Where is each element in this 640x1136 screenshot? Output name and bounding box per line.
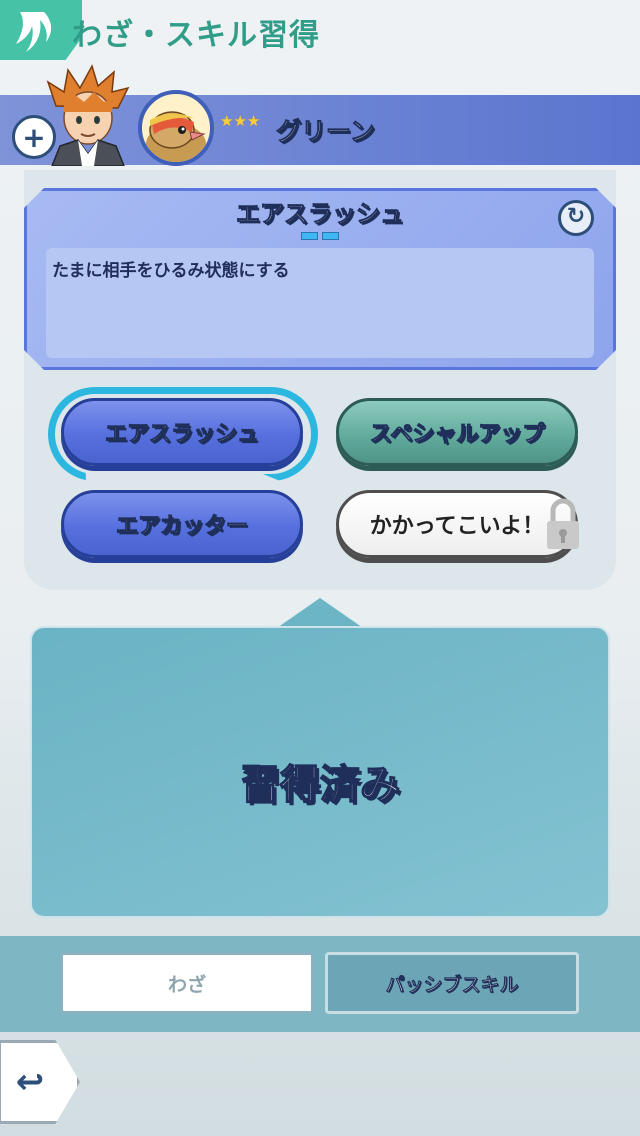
back-button[interactable]: ↩ bbox=[0, 1040, 80, 1124]
move-button-air-slash[interactable]: エアスラッシュ bbox=[61, 398, 303, 466]
pidgeot-icon bbox=[146, 111, 206, 162]
back-icon: ↩ bbox=[15, 1062, 45, 1102]
move-gauge-segment bbox=[322, 232, 339, 240]
rarity-stars: ★★★ bbox=[220, 112, 261, 130]
move-label: エアスラッシュ bbox=[104, 422, 259, 448]
refresh-icon[interactable]: ↻ bbox=[558, 200, 594, 236]
tab-moves[interactable]: わざ bbox=[60, 952, 314, 1014]
move-name: エアスラッシュ bbox=[236, 200, 405, 229]
move-button-locked[interactable]: かかってこいよ！ bbox=[336, 490, 579, 558]
page-title: わざ・スキル習得 bbox=[72, 18, 320, 53]
move-gauge-segment bbox=[301, 232, 318, 240]
add-button[interactable]: + bbox=[12, 115, 56, 159]
header-badge bbox=[0, 0, 82, 60]
trainer-name: グリーン bbox=[276, 117, 376, 147]
pokemon-avatar bbox=[138, 90, 214, 166]
move-description: たまに相手をひるみ状態にする bbox=[52, 261, 290, 281]
move-button-air-cutter[interactable]: エアカッター bbox=[61, 490, 303, 558]
trainer-badge-icon bbox=[16, 12, 52, 52]
move-label: スペシャルアップ bbox=[369, 422, 545, 448]
move-label: エアカッター bbox=[115, 514, 248, 540]
move-button-special-up[interactable]: スペシャルアップ bbox=[336, 398, 578, 466]
move-label: かかってこいよ！ bbox=[369, 514, 545, 539]
trainer-portrait bbox=[46, 64, 130, 166]
learned-status-text: 習得済み bbox=[239, 761, 401, 809]
lock-icon bbox=[547, 498, 579, 549]
tab-passive-skills[interactable]: パッシブスキル bbox=[325, 952, 579, 1014]
